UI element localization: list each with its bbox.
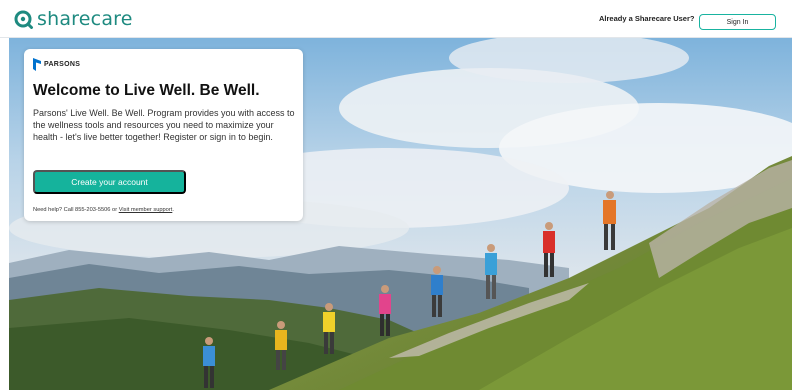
member-support-link[interactable]: Visit member support: [119, 207, 173, 213]
program-description: Parsons' Live Well. Be Well. Program pro…: [33, 108, 295, 143]
parsons-p-icon: [33, 58, 41, 71]
logo-wordmark: sharecare: [37, 8, 133, 30]
already-user-label: Already a Sharecare User?: [599, 14, 695, 23]
sharecare-logo[interactable]: sharecare: [14, 9, 133, 29]
create-account-button[interactable]: Create your account: [33, 170, 186, 194]
help-prefix: Need help? Call 855-203-5506 or: [33, 207, 119, 213]
top-navigation-bar: sharecare Already a Sharecare User? Sign…: [0, 0, 792, 38]
sharecare-logo-icon: [14, 10, 33, 29]
help-suffix: .: [172, 207, 174, 213]
sign-in-button[interactable]: Sign In: [699, 14, 776, 30]
help-text: Need help? Call 855-203-5506 or Visit me…: [33, 207, 174, 213]
welcome-title: Welcome to Live Well. Be Well.: [33, 82, 260, 99]
parsons-wordmark: PARSONS: [44, 61, 81, 68]
welcome-card: PARSONS Welcome to Live Well. Be Well. P…: [24, 49, 303, 221]
parsons-logo: PARSONS: [33, 58, 80, 71]
